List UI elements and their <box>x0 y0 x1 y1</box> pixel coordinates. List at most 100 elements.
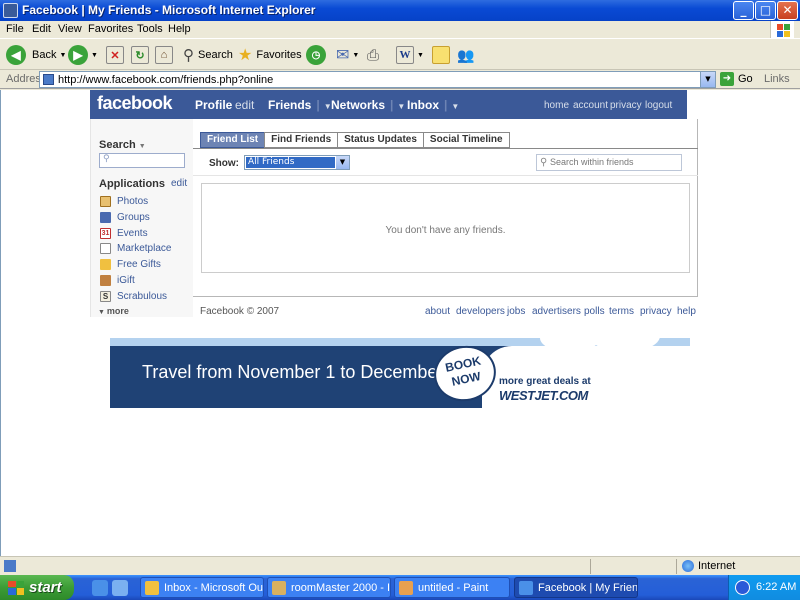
sidebar-item-label: Free Gifts <box>117 258 161 270</box>
refresh-button[interactable]: ↻ <box>131 42 149 68</box>
chevron-down-icon: ▼ <box>336 156 349 169</box>
chevron-down-icon: ▼ <box>91 51 98 59</box>
task-roommaster[interactable]: roomMaster 2000 - In... <box>267 577 391 598</box>
menu-favorites[interactable]: Favorites <box>88 23 133 35</box>
nav-friends-label: Friends <box>268 98 312 112</box>
favorites-button[interactable]: ★ Favorites <box>238 42 302 68</box>
footer-polls[interactable]: polls <box>584 306 605 317</box>
sidebar-search-input[interactable]: ⚲ <box>99 153 185 168</box>
task-outlook[interactable]: Inbox - Microsoft Out... <box>140 577 264 598</box>
task-facebook[interactable]: Facebook | My Friend... <box>514 577 638 598</box>
ie-icon <box>519 580 533 595</box>
photos-icon <box>100 195 111 207</box>
nav-profile-edit[interactable]: edit <box>235 98 254 112</box>
history-button[interactable]: ◷ <box>306 42 326 68</box>
task-paint[interactable]: untitled - Paint <box>394 577 510 598</box>
link-privacy[interactable]: privacy <box>610 100 642 111</box>
footer-copyright: Facebook © 2007 <box>200 306 280 317</box>
forward-button[interactable]: ▶ ▼ <box>68 42 98 68</box>
desktop-quicklaunch-icon[interactable] <box>112 580 128 596</box>
fb-main-content: Friend List Find Friends Status Updates … <box>193 119 698 297</box>
stop-button[interactable]: ✕ <box>106 42 124 68</box>
footer-privacy[interactable]: privacy <box>640 306 672 317</box>
footer-terms[interactable]: terms <box>609 306 634 317</box>
menu-file[interactable]: File <box>6 23 24 35</box>
link-home[interactable]: home <box>544 100 569 111</box>
outlook-icon <box>145 580 159 595</box>
tab-friend-list[interactable]: Friend List <box>200 132 265 148</box>
banner-text: Travel from November 1 to December 15. <box>142 362 474 382</box>
footer-advertisers[interactable]: advertisers <box>532 306 581 317</box>
nav-networks[interactable]: Networks | ▼ <box>331 98 405 112</box>
footer-about[interactable]: about <box>425 306 450 317</box>
home-icon: ⌂ <box>155 46 173 64</box>
footer-help[interactable]: help <box>677 306 696 317</box>
tab-social-timeline[interactable]: Social Timeline <box>422 132 510 148</box>
nav-networks-label: Networks <box>331 98 386 112</box>
print-button[interactable]: ⎙ <box>367 42 379 68</box>
search-button[interactable]: ⚲ Search <box>183 42 233 68</box>
applications-edit-link[interactable]: edit <box>171 178 187 189</box>
sidebar-item-marketplace[interactable]: Marketplace <box>100 241 171 255</box>
nav-friends[interactable]: Friends | ▼ <box>268 98 332 112</box>
go-button[interactable]: ➜ Go <box>720 72 753 86</box>
menu-tools[interactable]: Tools <box>137 23 163 35</box>
paint-icon <box>399 580 413 595</box>
fb-logo[interactable]: facebook <box>97 93 173 114</box>
address-dropdown-icon[interactable]: ▼ <box>700 72 715 87</box>
tab-find-friends[interactable]: Find Friends <box>264 132 338 148</box>
address-bar: Address http://www.facebook.com/friends.… <box>0 70 800 89</box>
search-icon: ⚲ <box>183 47 194 64</box>
ie-page-icon <box>3 3 18 18</box>
link-account[interactable]: account <box>573 100 608 111</box>
home-button[interactable]: ⌂ <box>155 42 173 68</box>
mail-button[interactable]: ✉ ▼ <box>336 42 359 68</box>
sidebar-item-free-gifts[interactable]: Free Gifts <box>100 257 161 271</box>
sidebar-item-groups[interactable]: Groups <box>100 210 150 224</box>
westjet-banner-ad[interactable]: Travel from November 1 to December 15. B… <box>110 338 690 408</box>
tab-status-updates[interactable]: Status Updates <box>337 132 423 148</box>
sidebar-item-scrabulous[interactable]: S Scrabulous <box>100 289 167 303</box>
nav-inbox[interactable]: Inbox | ▼ <box>407 98 459 112</box>
calendar-icon: 31 <box>100 227 111 239</box>
link-logout[interactable]: logout <box>645 100 672 111</box>
refresh-icon: ↻ <box>131 46 149 64</box>
menu-edit[interactable]: Edit <box>32 23 51 35</box>
minimize-button[interactable]: _ <box>733 1 754 20</box>
footer-jobs[interactable]: jobs <box>507 306 525 317</box>
ie-quicklaunch-icon[interactable] <box>92 580 108 596</box>
task-label: untitled - Paint <box>418 581 489 594</box>
tray-icon[interactable] <box>735 580 750 595</box>
sidebar-more-link[interactable]: ▼ more <box>98 306 129 316</box>
sidebar-item-igift[interactable]: iGift <box>100 273 135 287</box>
back-button[interactable]: ◀ Back ▼ <box>6 42 66 68</box>
discuss-button[interactable] <box>432 42 450 68</box>
fb-top-bar: facebook Profile edit Friends | ▼ Networks… <box>90 90 687 119</box>
sidebar-item-events[interactable]: 31 Events <box>100 226 148 240</box>
sidebar-item-photos[interactable]: Photos <box>100 194 148 208</box>
show-select[interactable]: All Friends ▼ <box>244 155 350 170</box>
zone-label: Internet <box>698 560 736 572</box>
go-arrow-icon: ➜ <box>720 72 734 86</box>
close-button[interactable]: ✕ <box>777 1 798 20</box>
friends-list-box: You don't have any friends. <box>201 183 690 273</box>
search-within-friends-input[interactable]: ⚲ Search within friends <box>536 154 682 171</box>
word-icon: W <box>396 46 414 64</box>
messenger-button[interactable]: 👥 <box>457 42 474 68</box>
links-button[interactable]: Links <box>764 73 790 85</box>
marketplace-icon <box>100 242 111 254</box>
start-button[interactable]: start <box>0 575 74 600</box>
edit-button[interactable]: W ▼ <box>396 42 424 68</box>
nav-profile[interactable]: Profile <box>195 98 232 112</box>
footer-developers[interactable]: developers <box>456 306 505 317</box>
menu-help[interactable]: Help <box>168 23 191 35</box>
nav-inbox-label: Inbox <box>407 98 439 112</box>
address-input[interactable]: http://www.facebook.com/friends.php?onli… <box>39 71 716 88</box>
sidebar-search-title[interactable]: Search ▼ <box>99 139 146 151</box>
applications-title: Applications <box>99 178 166 190</box>
address-url: http://www.facebook.com/friends.php?onli… <box>58 74 274 86</box>
maximize-button[interactable]: □ <box>755 1 776 20</box>
menu-view[interactable]: View <box>58 23 82 35</box>
search-icon: ⚲ <box>540 157 548 168</box>
browser-viewport: facebook Profile edit Friends | ▼ Networks… <box>0 90 800 556</box>
